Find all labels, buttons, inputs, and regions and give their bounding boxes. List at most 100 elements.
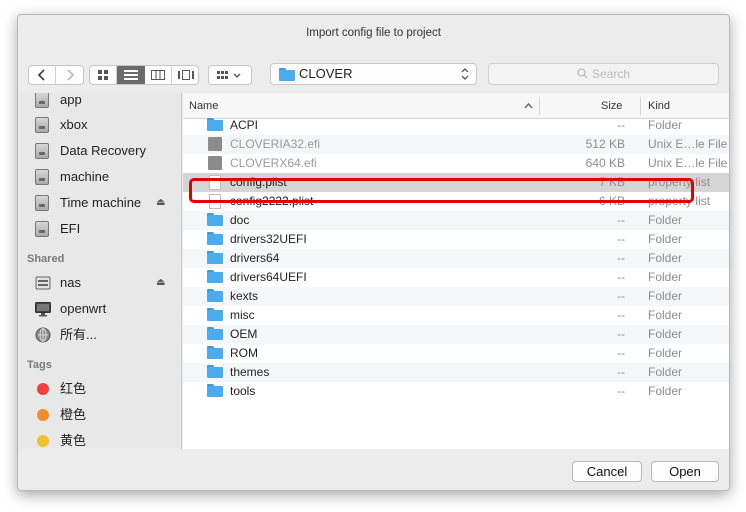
search-placeholder: Search [591, 67, 631, 81]
file-size: -- [617, 118, 625, 132]
view-mode-control [89, 65, 199, 85]
sidebar-tag-red[interactable]: 红色 [18, 378, 181, 400]
sidebar: app xbox Data Recovery machine Time mach… [18, 93, 182, 449]
time-machine-disk-icon [35, 195, 51, 211]
file-kind: Folder [648, 118, 683, 132]
file-size: -- [617, 289, 625, 303]
file-size: -- [617, 213, 625, 227]
back-button[interactable] [29, 66, 56, 84]
location-popup[interactable]: CLOVER [270, 63, 477, 85]
disk-icon [35, 117, 51, 133]
sidebar-item-data-recovery[interactable]: Data Recovery [18, 140, 181, 162]
file-row[interactable]: drivers64 -- Folder [183, 249, 729, 268]
search-icon [577, 68, 588, 79]
file-row[interactable]: CLOVERIA32.efi 512 KB Unix E…le File [183, 135, 729, 154]
cover-flow-button[interactable] [172, 66, 198, 84]
icon-view-button[interactable] [90, 66, 117, 84]
server-icon [35, 275, 51, 291]
file-name: OEM [230, 327, 258, 341]
list-view-icon [124, 70, 138, 80]
file-size: 512 KB [585, 137, 625, 151]
folder-icon [207, 346, 223, 360]
sidebar-item-label: nas [60, 275, 81, 290]
sidebar-tag-yellow[interactable]: 黄色 [18, 430, 181, 449]
disk-icon [35, 169, 51, 185]
file-size: -- [617, 346, 625, 360]
dialog-title: Import config file to project [306, 27, 441, 39]
yellow-tag-icon [35, 433, 51, 449]
open-button[interactable]: Open [651, 461, 719, 482]
sidebar-tag-orange[interactable]: 橙色 [18, 404, 181, 426]
forward-button[interactable] [56, 66, 83, 84]
sidebar-item-all[interactable]: 所有... [18, 324, 181, 346]
sidebar-item-time-machine[interactable]: Time machine ⏏ [18, 192, 181, 214]
file-row[interactable]: tools -- Folder [183, 382, 729, 401]
arrange-button[interactable] [208, 65, 252, 85]
file-row[interactable]: themes -- Folder [183, 363, 729, 382]
search-field[interactable]: Search [488, 63, 719, 85]
file-row[interactable]: ROM -- Folder [183, 344, 729, 363]
sidebar-item-label: openwrt [60, 301, 107, 316]
file-kind: Folder [648, 251, 683, 265]
updown-chevron-icon [461, 68, 469, 80]
disk-icon [35, 93, 51, 108]
red-tag-icon [35, 381, 51, 397]
column-view-button[interactable] [145, 66, 172, 84]
file-row[interactable]: misc -- Folder [183, 306, 729, 325]
executable-icon [207, 137, 223, 151]
file-kind: Folder [648, 213, 683, 227]
cover-flow-icon [177, 70, 194, 80]
sidebar-item-label: Data Recovery [60, 143, 146, 158]
eject-icon[interactable]: ⏏ [156, 272, 165, 294]
file-kind: Unix E…le File [648, 156, 728, 170]
file-kind: Folder [648, 327, 683, 341]
file-kind: Unix E…le File [648, 137, 728, 151]
file-row[interactable]: ACPI -- Folder [183, 116, 729, 135]
cancel-button[interactable]: Cancel [572, 461, 642, 482]
folder-icon [207, 327, 223, 341]
file-name: drivers64 [230, 251, 280, 265]
file-kind: Folder [648, 289, 683, 303]
sidebar-item-label: app [60, 93, 82, 107]
sidebar-item-label: 所有... [60, 327, 97, 342]
sidebar-item-nas[interactable]: nas ⏏ [18, 272, 181, 294]
annotation-highlight [189, 178, 694, 203]
file-row[interactable]: OEM -- Folder [183, 325, 729, 344]
sidebar-item-machine[interactable]: machine [18, 166, 181, 188]
folder-icon [207, 384, 223, 398]
sidebar-item-app[interactable]: app [18, 93, 181, 111]
file-row[interactable]: kexts -- Folder [183, 287, 729, 306]
file-name: CLOVERX64.efi [230, 156, 317, 170]
file-size: -- [617, 251, 625, 265]
file-size: -- [617, 384, 625, 398]
folder-icon [207, 251, 223, 265]
disk-icon [35, 143, 51, 159]
file-size: -- [617, 327, 625, 341]
file-size: -- [617, 270, 625, 284]
sidebar-item-label: 橙色 [60, 407, 87, 422]
eject-icon[interactable]: ⏏ [156, 192, 165, 214]
file-kind: Folder [648, 232, 683, 246]
file-row[interactable]: drivers64UEFI -- Folder [183, 268, 729, 287]
sidebar-item-label: xbox [60, 117, 88, 132]
file-list: Name Size Kind ACPI -- Folder CLOVERIA32.ef… [183, 93, 729, 449]
file-row[interactable]: drivers32UEFI -- Folder [183, 230, 729, 249]
file-row[interactable]: CLOVERX64.efi 640 KB Unix E…le File [183, 154, 729, 173]
sidebar-item-openwrt[interactable]: openwrt [18, 298, 181, 320]
file-size: 640 KB [585, 156, 625, 170]
file-name: CLOVERIA32.efi [230, 137, 321, 151]
import-dialog: Import config file to project CLOVER Sea… [17, 14, 730, 491]
disk-icon [35, 221, 51, 237]
file-row[interactable]: doc -- Folder [183, 211, 729, 230]
sidebar-item-efi[interactable]: EFI [18, 218, 181, 240]
icon-view-icon [98, 70, 108, 80]
file-name: tools [230, 384, 256, 398]
folder-icon [207, 308, 223, 322]
file-name: kexts [230, 289, 259, 303]
sidebar-item-xbox[interactable]: xbox [18, 114, 181, 136]
sidebar-item-label: 黄色 [60, 433, 87, 448]
file-name: misc [230, 308, 255, 322]
list-view-button[interactable] [117, 66, 145, 84]
sort-ascending-icon[interactable] [524, 102, 533, 110]
folder-icon [207, 289, 223, 303]
